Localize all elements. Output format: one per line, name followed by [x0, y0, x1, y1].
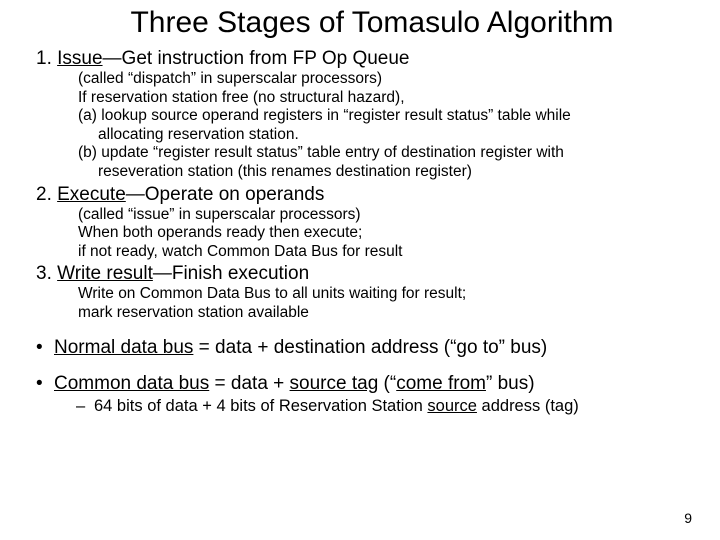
bullet2-mid2: (“ [378, 373, 396, 394]
slide: Three Stages of Tomasulo Algorithm 1. Is… [0, 0, 720, 540]
bullet1-post: = data + destination address (“go to” bu… [193, 337, 547, 358]
stage3-underline: Write result [57, 263, 153, 284]
bullet-normal-data-bus: •Normal data bus = data + destination ad… [36, 337, 684, 359]
stage2-line3: if not ready, watch Common Data Bus for … [78, 243, 684, 262]
slide-title: Three Stages of Tomasulo Algorithm [36, 6, 684, 40]
stage3-pre: 3. [36, 263, 57, 284]
bullet-common-data-bus: •Common data bus = data + source tag (“c… [36, 373, 684, 395]
stage1-line3b: allocating reservation station. [98, 126, 684, 145]
stage1-underline: Issue [57, 48, 102, 69]
page-number: 9 [684, 510, 692, 526]
bullet-dot-icon: • [36, 337, 54, 359]
stage1-line3: (a) lookup source operand registers in “… [78, 107, 684, 126]
stage2-post: —Operate on operands [126, 184, 325, 205]
stage1-line4b: reseveration station (this renames desti… [98, 163, 684, 182]
stage3-heading: 3. Write result—Finish execution [36, 263, 684, 285]
subbullet-post: address (tag) [477, 397, 579, 415]
subbullet-pre: 64 bits of data + 4 bits of Reservation … [94, 397, 427, 415]
bullet2-u2: source tag [290, 373, 379, 394]
sub-bullet-bits: –64 bits of data + 4 bits of Reservation… [76, 397, 684, 416]
stage2-underline: Execute [57, 184, 126, 205]
dash-icon: – [76, 397, 94, 416]
bullet2-mid1: = data + [209, 373, 289, 394]
stage2-line2: When both operands ready then execute; [78, 224, 684, 243]
bullet2-u3: come from [396, 373, 486, 394]
stage1-line2: If reservation station free (no structur… [78, 89, 684, 108]
stage2-pre: 2. [36, 184, 57, 205]
stage1-post: —Get instruction from FP Op Queue [103, 48, 410, 69]
bullet1-underline: Normal data bus [54, 337, 193, 358]
stage2-heading: 2. Execute—Operate on operands [36, 184, 684, 206]
stage3-line2: mark reservation station available [78, 304, 684, 323]
stage1-line4: (b) update “register result status” tabl… [78, 144, 684, 163]
bullet2-u1: Common data bus [54, 373, 209, 394]
bullet2-post: ” bus) [486, 373, 535, 394]
stage1-line1: (called “dispatch” in superscalar proces… [78, 70, 684, 89]
stage2-line1: (called “issue” in superscalar processor… [78, 206, 684, 225]
stage1-heading: 1. Issue—Get instruction from FP Op Queu… [36, 48, 684, 70]
stage3-line1: Write on Common Data Bus to all units wa… [78, 285, 684, 304]
stage3-post: —Finish execution [153, 263, 309, 284]
subbullet-underline: source [427, 397, 477, 415]
bullet-dot-icon: • [36, 373, 54, 395]
stage1-pre: 1. [36, 48, 57, 69]
